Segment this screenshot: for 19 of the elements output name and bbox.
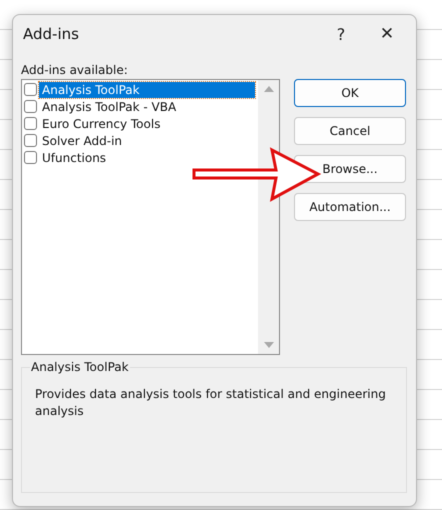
description-text: Provides data analysis tools for statistical and engineering analysis [35, 386, 387, 420]
checkbox[interactable] [24, 100, 37, 113]
dialog-button[interactable]: OK [294, 79, 406, 107]
close-button[interactable]: ✕ [364, 18, 410, 50]
group-caption: Analysis ToolPak [30, 360, 130, 374]
addin-item[interactable]: Analysis ToolPak [39, 82, 255, 98]
window-title: Add-ins [23, 25, 80, 43]
addin-item[interactable]: Ufunctions [39, 150, 110, 166]
list-label: Add-ins available: [21, 63, 129, 77]
addin-item[interactable]: Solver Add-in [39, 132, 126, 148]
help-button[interactable]: ? [318, 18, 364, 50]
dialog-button[interactable]: Cancel [294, 117, 406, 145]
checkbox[interactable] [24, 151, 37, 164]
addin-item[interactable]: Euro Currency Tools [39, 116, 164, 132]
checkbox[interactable] [24, 134, 37, 147]
checkbox[interactable] [24, 117, 37, 130]
addin-item[interactable]: Analysis ToolPak - VBA [39, 98, 180, 114]
dialog-button[interactable]: Automation... [294, 193, 406, 221]
checkbox[interactable] [24, 83, 37, 96]
